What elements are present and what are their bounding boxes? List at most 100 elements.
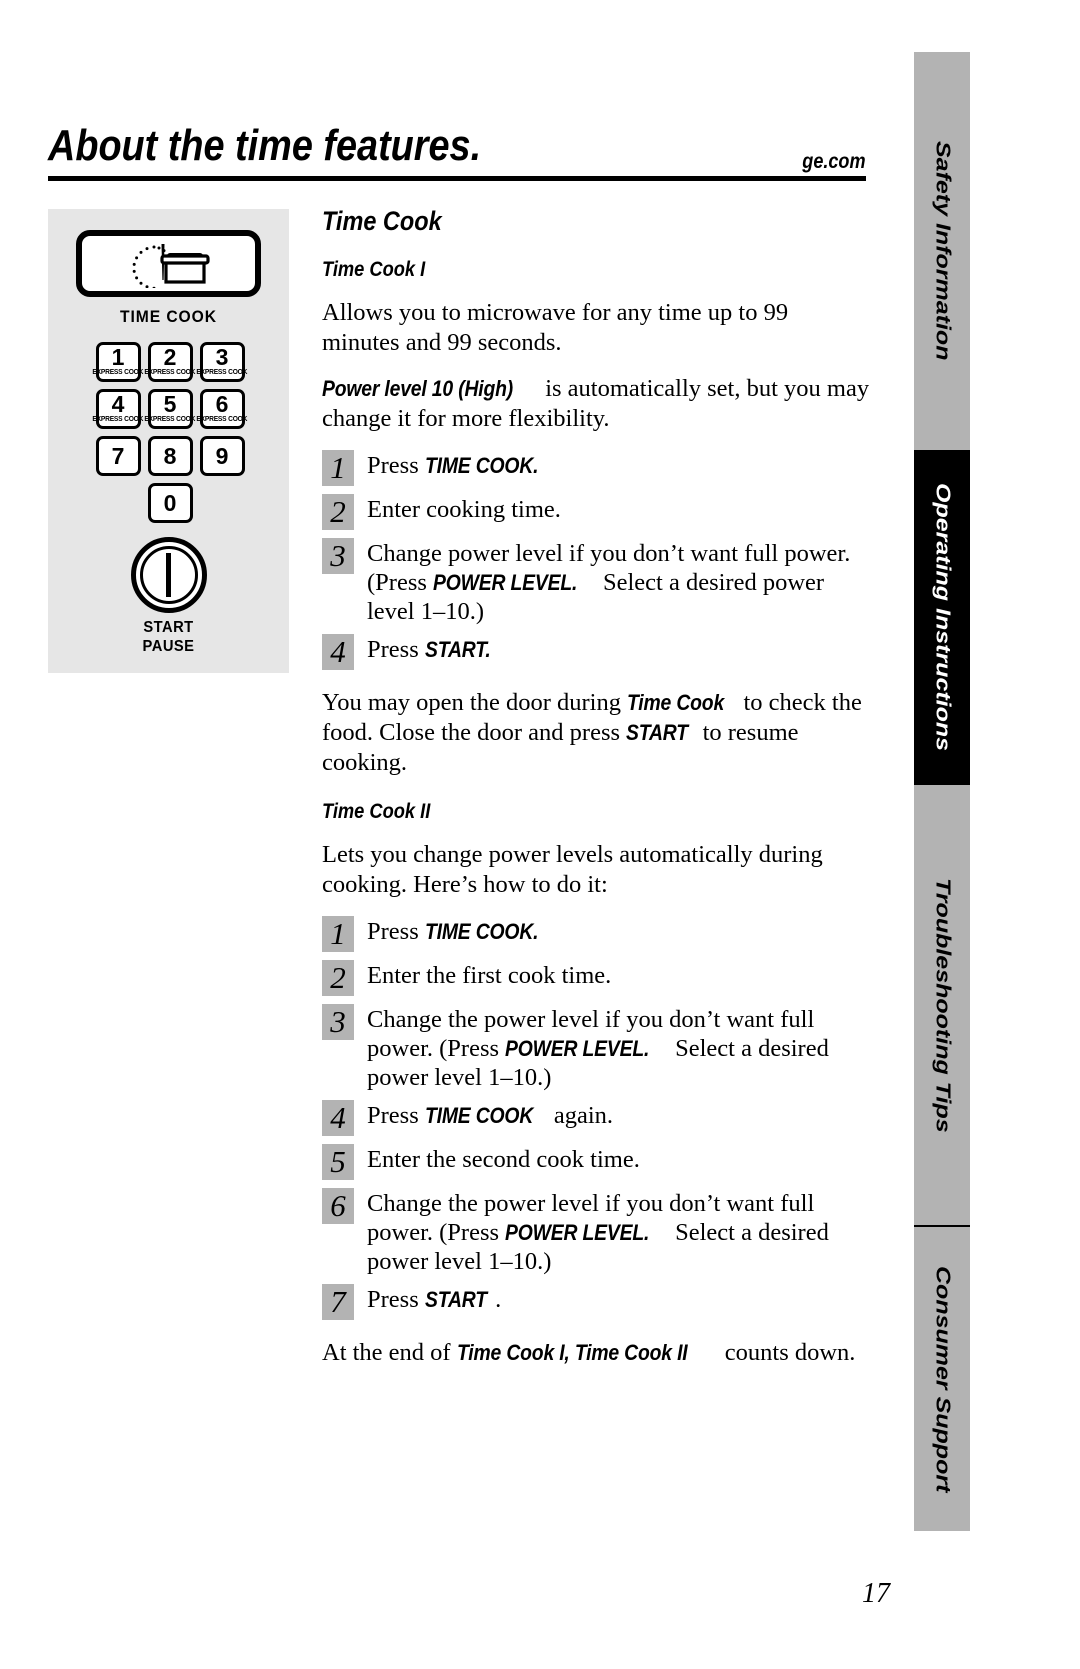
timer-food-container-icon	[132, 243, 210, 288]
key-6[interactable]: 6 EXPRESS COOK	[197, 389, 248, 429]
step-item: 1 Press TIME COOK.	[322, 916, 870, 952]
sidebar-tab-operating-instructions[interactable]: Operating Instructions	[914, 450, 970, 785]
step-text: Press TIME COOK.	[367, 916, 870, 946]
time-cook-1-note: You may open the door during Time Cook t…	[322, 688, 870, 778]
power-level-emphasis: Power level 10 (High)	[322, 376, 514, 401]
key-sublabel: EXPRESS COOK	[144, 369, 196, 376]
key-sublabel: EXPRESS COOK	[196, 369, 248, 376]
step-text: Change the power level if you don’t want…	[367, 1188, 870, 1276]
step-text: Enter the second cook time.	[367, 1144, 870, 1174]
step-text-bold: START.	[424, 637, 491, 662]
time-cook-1-paragraph-1: Allows you to microwave for any time up …	[322, 299, 789, 356]
key-5[interactable]: 5 EXPRESS COOK	[144, 389, 196, 429]
manual-page: About the time features. ge.com TIME COO…	[0, 0, 1080, 1669]
pause-label: PAUSE	[142, 638, 195, 655]
step-item: 5 Enter the second cook time.	[322, 1144, 870, 1180]
step-item: 2 Enter cooking time.	[322, 494, 870, 530]
step-number: 2	[322, 494, 354, 530]
power-start-icon	[130, 537, 207, 613]
start-pause-label: START PAUSE	[58, 618, 280, 656]
sidebar-tab-safety-information[interactable]: Safety Information	[914, 52, 970, 450]
key-1[interactable]: 1 EXPRESS COOK	[93, 342, 144, 382]
closing-c: counts down.	[718, 1339, 856, 1366]
start-pause-button[interactable]: START PAUSE	[48, 537, 289, 656]
section-tab-rail: Safety Information Operating Instruction…	[914, 52, 970, 1531]
power-start-icon-inner	[139, 546, 198, 604]
sidebar-tab-label: Safety Information	[931, 141, 954, 361]
key-digit: 2	[163, 344, 177, 370]
closing-emphasis: Time Cook I, Time Cook II	[456, 1340, 688, 1365]
key-7[interactable]: 7	[95, 436, 141, 476]
key-digit: 3	[215, 344, 229, 370]
step-text-pre: Enter the first cook time.	[367, 962, 612, 989]
step-item: 4 Press START.	[322, 634, 870, 670]
time-cook-1-steps: 1 Press TIME COOK. 2 Enter cooking time.…	[322, 450, 870, 670]
step-item: 7 Press START.	[322, 1284, 870, 1320]
power-start-icon-bar	[166, 553, 171, 597]
step-text-pre: Enter cooking time.	[367, 496, 561, 523]
key-digit: 0	[163, 490, 177, 516]
keypad-row: 0	[95, 483, 245, 523]
step-text: Enter the first cook time.	[367, 960, 870, 990]
brand-website: ge.com	[802, 150, 866, 173]
key-4[interactable]: 4 EXPRESS COOK	[93, 389, 144, 429]
time-cook-2-steps: 1 Press TIME COOK. 2 Enter the first coo…	[322, 916, 870, 1320]
header-divider	[48, 176, 866, 181]
step-text-bold: POWER LEVEL.	[505, 1220, 650, 1245]
sidebar-tab-consumer-support[interactable]: Consumer Support	[914, 1227, 970, 1531]
sidebar-tab-label: Consumer Support	[931, 1265, 954, 1493]
step-item: 3 Change the power level if you don’t wa…	[322, 1004, 870, 1092]
time-cook-2-paragraph-1: Lets you change power levels automatical…	[322, 841, 823, 898]
keypad-row: 4 EXPRESS COOK 5 EXPRESS COOK 6 EXPRESS …	[93, 389, 248, 429]
step-text: Press START.	[367, 1284, 870, 1314]
step-number: 2	[322, 960, 354, 996]
step-text: Enter cooking time.	[367, 494, 870, 524]
step-text: Change power level if you don’t want ful…	[367, 538, 870, 626]
step-text-pre: Press	[367, 918, 425, 945]
page-header: About the time features. ge.com	[48, 121, 866, 184]
step-text-pre: Press	[367, 636, 425, 663]
key-digit: 4	[111, 391, 125, 417]
key-digit: 9	[215, 443, 229, 469]
step-text: Press TIME COOK again.	[367, 1100, 870, 1130]
step-text-pre: Press	[367, 1286, 425, 1313]
key-9[interactable]: 9	[199, 436, 245, 476]
key-0[interactable]: 0	[147, 483, 193, 523]
step-item: 3 Change power level if you don’t want f…	[322, 538, 870, 626]
sidebar-tab-troubleshooting-tips[interactable]: Troubleshooting Tips	[914, 785, 970, 1225]
page-title: About the time features.	[48, 121, 482, 170]
key-2[interactable]: 2 EXPRESS COOK	[144, 342, 196, 382]
step-text-pre: Press	[367, 452, 425, 479]
section-title-time-cook: Time Cook	[322, 206, 442, 236]
step-text-bold: TIME COOK.	[424, 453, 539, 478]
step-number: 5	[322, 1144, 354, 1180]
key-8[interactable]: 8	[147, 436, 193, 476]
step-number: 1	[322, 916, 354, 952]
step-number: 1	[322, 450, 354, 486]
sidebar-tab-label: Operating Instructions	[931, 483, 954, 752]
step-text-pre: Press	[367, 1102, 425, 1129]
step-text-bold: TIME COOK	[424, 1103, 533, 1128]
start-label: START	[143, 619, 194, 636]
key-digit: 8	[163, 443, 177, 469]
time-cook-button[interactable]	[76, 230, 261, 297]
time-cook-1-paragraph-2: Power level 10 (High) is automatically s…	[322, 374, 870, 434]
key-digit: 6	[215, 391, 229, 417]
main-content: Time Cook Time Cook I Allows you to micr…	[322, 206, 870, 1368]
step-number: 4	[322, 634, 354, 670]
step-text-bold: POWER LEVEL.	[505, 1036, 650, 1061]
sidebar-tab-label: Troubleshooting Tips	[931, 877, 954, 1133]
step-text: Change the power level if you don’t want…	[367, 1004, 870, 1092]
subsection-title-time-cook-1: Time Cook I	[322, 258, 426, 281]
step-item: 4 Press TIME COOK again.	[322, 1100, 870, 1136]
time-cook-2-closing: At the end of Time Cook I, Time Cook II …	[322, 1338, 870, 1368]
time-cook-button-label: TIME COOK	[120, 307, 217, 326]
key-sublabel: EXPRESS COOK	[144, 416, 196, 423]
page-number: 17	[862, 1578, 890, 1609]
note-time-cook-emphasis: Time Cook	[627, 690, 725, 715]
key-3[interactable]: 3 EXPRESS COOK	[196, 342, 248, 382]
step-text-bold: POWER LEVEL.	[433, 570, 578, 595]
step-text-bold: TIME COOK.	[424, 919, 539, 944]
key-digit: 7	[111, 443, 125, 469]
step-text-bold: START	[424, 1287, 487, 1312]
